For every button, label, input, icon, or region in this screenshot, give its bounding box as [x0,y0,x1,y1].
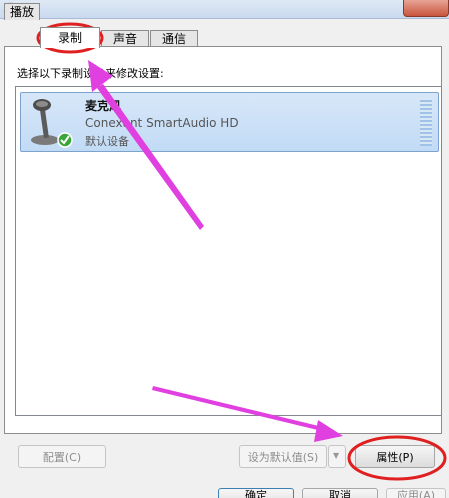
cancel-button[interactable]: 取消 [302,488,378,498]
set-default-button[interactable]: 设为默认值(S) [239,445,327,468]
ok-button[interactable]: 确定 [218,488,294,498]
tab-sounds[interactable]: 声音 [101,30,149,47]
device-item-microphone[interactable]: 麦克风 Conexant SmartAudio HD 默认设备 [20,92,439,152]
instruction-text: 选择以下录制设备来修改设置: [17,67,164,80]
tab-recording[interactable]: 录制 [40,27,100,48]
device-status: 默认设备 [85,135,129,148]
tab-communications[interactable]: 通信 [150,30,198,47]
close-button[interactable] [403,0,449,17]
green-check-icon [57,132,73,148]
title-bar: 🔊 声音 [0,0,449,19]
set-default-dropdown[interactable]: ▼ [328,445,346,468]
chevron-down-icon: ▼ [333,451,340,460]
properties-button[interactable]: 属性(P) [355,445,435,468]
dialog-buttons: 确定 取消 应用(A) [0,486,449,498]
configure-button[interactable]: 配置(C) [18,445,106,468]
level-meter [420,98,432,146]
device-description: Conexant SmartAudio HD [85,116,239,130]
tab-playback[interactable]: 播放 [4,3,40,20]
apply-button[interactable]: 应用(A) [386,488,446,498]
microphone-icon [27,96,73,148]
device-name: 麦克风 [85,99,122,113]
